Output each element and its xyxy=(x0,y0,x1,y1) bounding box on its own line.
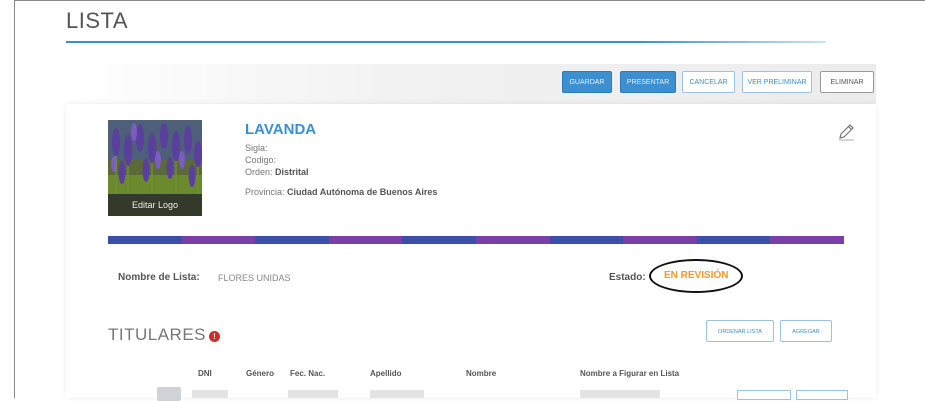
estado-label: Estado: xyxy=(609,272,646,283)
edit-logo-label[interactable]: Editar Logo xyxy=(108,194,202,216)
stripe-segment xyxy=(770,236,844,244)
row-action-button[interactable] xyxy=(737,390,791,400)
table-row-cell xyxy=(288,390,338,398)
save-button[interactable]: GUARDAR xyxy=(562,71,612,93)
table-row-cell xyxy=(192,390,228,398)
page-title: LISTA xyxy=(66,8,129,33)
col-genero: Género xyxy=(246,369,275,378)
col-apellido: Apellido xyxy=(370,369,402,378)
delete-button[interactable]: ELIMINAR xyxy=(820,71,874,93)
row-action-button[interactable] xyxy=(796,390,848,400)
titulares-title: TITULARES xyxy=(108,325,207,344)
stripe-segment xyxy=(402,236,476,244)
table-row-cell xyxy=(580,390,660,398)
color-stripe xyxy=(108,236,844,244)
stripe-segment xyxy=(623,236,697,244)
codigo-field: Codigo: xyxy=(245,155,276,165)
provincia-value: Ciudad Autónoma de Buenos Aires xyxy=(287,187,438,197)
col-fec-nac: Fec. Nac. xyxy=(290,369,326,378)
sigla-field: Sigla: xyxy=(245,143,268,153)
stripe-segment xyxy=(108,236,182,244)
present-button[interactable]: PRESENTAR xyxy=(620,71,676,93)
orden-label: Orden: xyxy=(245,167,273,177)
col-dni: DNI xyxy=(198,369,212,378)
order-list-button[interactable]: ORDENAR LISTA xyxy=(706,320,774,342)
party-name: LAVANDA xyxy=(245,121,317,138)
stripe-segment xyxy=(475,236,550,244)
avatar xyxy=(157,387,181,401)
stripe-segment xyxy=(328,236,403,244)
list-name-value: FLORES UNIDAS xyxy=(218,273,291,283)
sigla-label: Sigla: xyxy=(245,143,268,153)
list-name-label: Nombre de Lista: xyxy=(118,272,200,283)
status-highlight-circle xyxy=(649,259,743,293)
provincia-label: Provincia: xyxy=(245,187,285,197)
orden-field: Orden: Distrital xyxy=(245,167,309,177)
cancel-button[interactable]: CANCELAR xyxy=(682,71,735,93)
stripe-segment xyxy=(549,236,624,244)
table-row-cell xyxy=(370,390,424,398)
pencil-icon[interactable] xyxy=(836,122,856,142)
stripe-segment xyxy=(255,236,329,244)
codigo-label: Codigo: xyxy=(245,155,277,165)
col-nombre-figurar: Nombre a Figurar en Lista xyxy=(580,369,680,378)
stripe-segment xyxy=(181,236,256,244)
orden-value: Distrital xyxy=(275,167,309,177)
provincia-field: Provincia: Ciudad Autónoma de Buenos Air… xyxy=(245,187,437,197)
preview-button[interactable]: VER PRELIMINAR xyxy=(742,71,812,93)
party-logo[interactable]: Editar Logo xyxy=(108,120,202,216)
stripe-segment xyxy=(696,236,771,244)
col-nombre: Nombre xyxy=(466,369,497,378)
add-titular-button[interactable]: AGREGAR xyxy=(780,320,832,342)
title-divider xyxy=(66,41,826,43)
alert-icon: ! xyxy=(209,331,220,342)
